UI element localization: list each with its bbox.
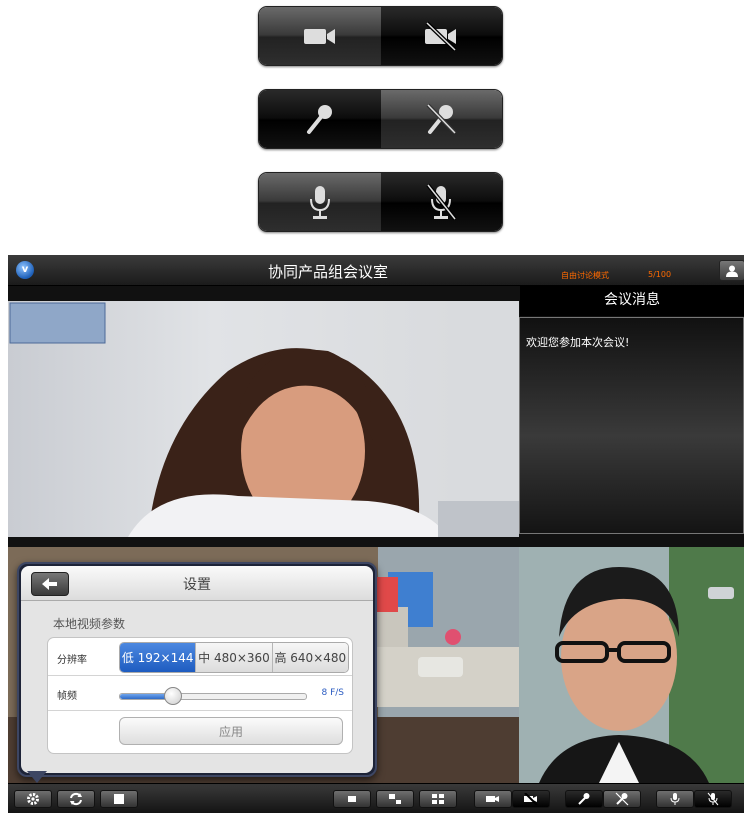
room-title: 协同产品组会议室 bbox=[267, 263, 388, 281]
camera-off-button[interactable] bbox=[380, 7, 502, 65]
desk-mic-on-toolbar-button[interactable] bbox=[656, 790, 694, 808]
resolution-high-option[interactable]: 高 640×480 bbox=[271, 643, 348, 672]
handheld-mic-icon bbox=[578, 793, 590, 805]
resolution-segmented-control[interactable]: 低 192×144 中 480×360 高 640×480 bbox=[119, 642, 349, 673]
discussion-mode-label: 自由讨论模式 bbox=[561, 271, 609, 280]
mic-off-toolbar-button[interactable] bbox=[603, 790, 641, 808]
layout-pip-button[interactable] bbox=[376, 790, 414, 808]
welcome-message: 欢迎您参加本次会议! bbox=[526, 336, 630, 349]
settings-header: 设置 bbox=[21, 566, 373, 601]
layout-single-button[interactable] bbox=[333, 790, 371, 808]
video-camera-off-icon bbox=[524, 793, 538, 805]
layout-pip-icon bbox=[389, 794, 401, 804]
mic-on-button[interactable] bbox=[259, 90, 381, 148]
handheld-mic-icon bbox=[306, 105, 332, 134]
divider bbox=[48, 710, 352, 711]
framerate-label: 帧频 bbox=[57, 691, 77, 702]
handheld-mic-off-icon bbox=[426, 103, 457, 135]
settings-button[interactable] bbox=[14, 790, 52, 808]
camera-toggle[interactable] bbox=[258, 6, 503, 66]
messages-header: 会议消息 bbox=[520, 285, 744, 316]
framerate-slider[interactable] bbox=[119, 687, 307, 705]
resolution-label: 分辨率 bbox=[57, 655, 87, 666]
video-camera-icon bbox=[486, 796, 499, 802]
refresh-button[interactable] bbox=[57, 790, 95, 808]
desk-mic-toggle[interactable] bbox=[258, 172, 503, 232]
desk-mic-off-button[interactable] bbox=[380, 173, 502, 231]
layout-single-icon bbox=[348, 796, 356, 802]
desk-mic-icon bbox=[670, 793, 680, 805]
popover-pointer bbox=[27, 771, 47, 783]
video-camera-icon bbox=[303, 29, 335, 44]
settings-body: 本地视频参数 分辨率 低 192×144 中 480×360 高 640×480… bbox=[21, 601, 373, 773]
bottom-toolbar bbox=[8, 783, 744, 813]
desk-mic-icon bbox=[309, 186, 330, 219]
gear-icon bbox=[27, 793, 39, 805]
top-bar: v 协同产品组会议室 自由讨论模式 5/100 bbox=[8, 255, 744, 286]
user-list-button[interactable] bbox=[719, 260, 744, 281]
messages-panel[interactable]: 欢迎您参加本次会议! bbox=[519, 317, 744, 534]
desk-mic-off-icon bbox=[707, 792, 719, 806]
settings-title: 设置 bbox=[183, 577, 211, 593]
participant-count: 5/100 bbox=[648, 270, 672, 279]
video-frame-woman bbox=[9, 301, 519, 537]
resolution-mid-option[interactable]: 中 480×360 bbox=[195, 643, 272, 672]
mic-toggle[interactable] bbox=[258, 89, 503, 149]
stop-button[interactable] bbox=[100, 790, 138, 808]
video-params-group: 分辨率 低 192×144 中 480×360 高 640×480 帧频 8 F… bbox=[47, 637, 353, 754]
divider bbox=[48, 675, 352, 676]
handheld-mic-off-icon bbox=[615, 792, 629, 806]
video-feed-man[interactable] bbox=[519, 547, 744, 783]
framerate-slider-knob[interactable] bbox=[164, 687, 183, 705]
framerate-value: 8 F/S bbox=[321, 688, 344, 698]
mic-on-toolbar-button[interactable] bbox=[565, 790, 603, 808]
layout-grid-button[interactable] bbox=[419, 790, 457, 808]
user-icon bbox=[726, 265, 738, 277]
mic-off-button[interactable] bbox=[380, 90, 502, 148]
camera-on-toolbar-button[interactable] bbox=[474, 790, 512, 808]
camera-off-toolbar-button[interactable] bbox=[512, 790, 550, 808]
camera-on-button[interactable] bbox=[259, 7, 381, 65]
refresh-icon bbox=[70, 792, 82, 806]
video-frame-man bbox=[519, 547, 744, 783]
desk-mic-on-button[interactable] bbox=[259, 173, 381, 231]
settings-popover: 设置 本地视频参数 分辨率 低 192×144 中 480×360 高 640×… bbox=[17, 562, 377, 777]
resolution-low-option[interactable]: 低 192×144 bbox=[120, 643, 196, 672]
desk-mic-off-toolbar-button[interactable] bbox=[694, 790, 732, 808]
video-feed-main[interactable] bbox=[8, 301, 519, 537]
video-camera-off-icon bbox=[425, 21, 457, 51]
apply-button[interactable]: 应用 bbox=[119, 717, 343, 745]
local-video-params-label: 本地视频参数 bbox=[53, 617, 126, 631]
desk-mic-off-icon bbox=[426, 183, 457, 221]
layout-grid-icon bbox=[432, 794, 444, 804]
stop-icon bbox=[114, 794, 124, 804]
